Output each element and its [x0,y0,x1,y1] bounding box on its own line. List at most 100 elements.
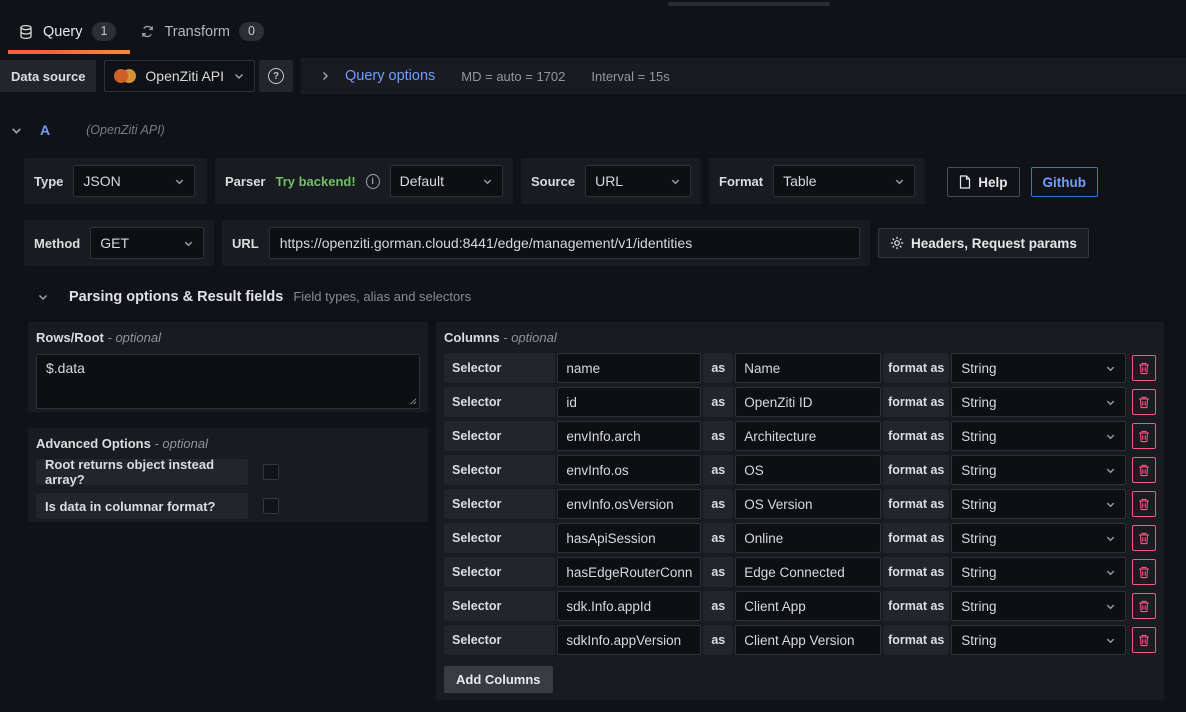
column-format-select[interactable]: String [951,421,1126,451]
parser-select[interactable]: Default [390,165,503,197]
editor-tabbar: Query 1 Transform 0 [8,13,278,54]
alias-input[interactable] [735,455,881,485]
as-label: as [703,557,733,587]
selector-input[interactable] [557,591,701,621]
rows-root-panel: Rows/Root - optional $.data [28,322,428,412]
question-circle-icon: ? [268,68,284,84]
alias-input[interactable] [735,387,881,417]
trash-icon [1138,396,1150,409]
tab-transform[interactable]: Transform 0 [130,13,277,54]
max-data-points-stat: MD = auto = 1702 [461,69,565,84]
as-label: as [703,591,733,621]
selector-label: Selector [444,455,555,485]
column-format-select[interactable]: String [951,625,1126,655]
query-a-header[interactable]: A (OpenZiti API) [10,122,165,138]
tab-transform-label: Transform [164,24,230,40]
try-backend-hint[interactable]: Try backend! [275,174,355,189]
help-button[interactable]: Help [947,167,1019,197]
url-input[interactable] [269,227,860,259]
format-as-label: format as [883,387,949,417]
headers-button-label: Headers, Request params [911,236,1077,251]
selector-input[interactable] [557,353,701,383]
format-as-label: format as [883,557,949,587]
alias-input[interactable] [735,353,881,383]
selector-label: Selector [444,353,555,383]
as-label: as [703,489,733,519]
query-options-bar: Query options MD = auto = 1702 Interval … [301,58,1186,94]
trash-icon [1138,362,1150,375]
format-label: Format [719,174,763,189]
type-field-group: Type JSON [24,158,207,204]
chevron-down-icon [233,70,245,82]
selector-input[interactable] [557,625,701,655]
chevron-down-icon [174,176,185,187]
delete-column-button[interactable] [1132,627,1156,653]
format-select[interactable]: Table [773,165,915,197]
add-columns-button[interactable]: Add Columns [444,666,553,693]
panel-resize-handle[interactable] [668,2,830,6]
delete-column-button[interactable] [1132,423,1156,449]
datasource-picker[interactable]: OpenZiti API [104,60,255,92]
column-format-select[interactable]: String [951,353,1126,383]
parsing-section-subtitle: Field types, alias and selectors [293,289,471,304]
method-select-value: GET [100,235,129,251]
alias-input[interactable] [735,421,881,451]
delete-column-button[interactable] [1132,355,1156,381]
delete-column-button[interactable] [1132,525,1156,551]
column-format-select[interactable]: String [951,455,1126,485]
delete-column-button[interactable] [1132,491,1156,517]
parsing-section-header[interactable]: Parsing options & Result fields Field ty… [37,289,471,305]
headers-request-params-button[interactable]: Headers, Request params [878,228,1089,258]
url-field-group: URL [222,220,870,266]
column-format-select[interactable]: String [951,591,1126,621]
alias-input[interactable] [735,557,881,587]
chevron-down-icon [1105,465,1116,476]
datasource-help-button[interactable]: ? [259,60,293,92]
chevron-down-icon [1105,431,1116,442]
selector-input[interactable] [557,421,701,451]
columns-title: Columns - optional [444,330,1156,345]
rows-root-title-text: Rows/Root [36,330,104,345]
selector-label: Selector [444,557,555,587]
column-format-select[interactable]: String [951,557,1126,587]
selector-input[interactable] [557,523,701,553]
rows-root-textarea[interactable]: $.data [36,354,420,409]
advanced-options-title-text: Advanced Options [36,436,151,451]
row-buttons: Help Github [947,167,1098,197]
trash-icon [1138,566,1150,579]
alias-input[interactable] [735,625,881,655]
alias-input[interactable] [735,591,881,621]
query-options-toggle[interactable]: Query options [345,68,435,84]
columnar-format-checkbox[interactable] [263,498,279,514]
alias-input[interactable] [735,489,881,519]
delete-column-button[interactable] [1132,457,1156,483]
source-select[interactable]: URL [585,165,691,197]
selector-input[interactable] [557,387,701,417]
root-returns-object-label: Root returns object instead array? [36,459,248,485]
tab-query-label: Query [43,24,83,40]
column-row: Selector as format as String [444,557,1156,587]
root-returns-object-checkbox[interactable] [263,464,279,480]
selector-input[interactable] [557,455,701,485]
format-as-label: format as [883,625,949,655]
selector-input[interactable] [557,557,701,587]
delete-column-button[interactable] [1132,593,1156,619]
type-select[interactable]: JSON [73,165,195,197]
alias-input[interactable] [735,523,881,553]
method-select[interactable]: GET [90,227,204,259]
column-format-select[interactable]: String [951,489,1126,519]
delete-column-button[interactable] [1132,559,1156,585]
format-as-label: format as [883,353,949,383]
as-label: as [703,387,733,417]
query-count-badge: 1 [92,22,117,41]
column-format-select[interactable]: String [951,523,1126,553]
github-button[interactable]: Github [1031,167,1099,197]
resize-handle-icon[interactable] [408,396,417,405]
column-row: Selector as format as String [444,421,1156,451]
column-format-select[interactable]: String [951,387,1126,417]
delete-column-button[interactable] [1132,389,1156,415]
selector-input[interactable] [557,489,701,519]
parser-label: Parser [225,174,265,189]
tab-query[interactable]: Query 1 [8,13,130,54]
trash-icon [1138,634,1150,647]
